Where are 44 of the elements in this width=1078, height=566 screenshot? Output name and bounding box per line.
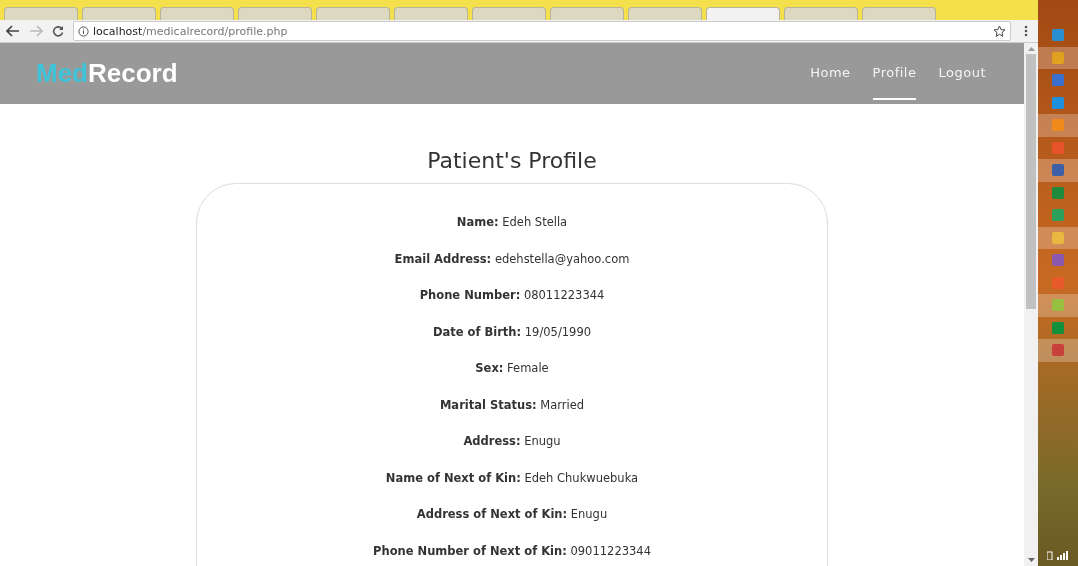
app-icon[interactable] <box>1038 159 1078 182</box>
scroll-down-icon[interactable] <box>1027 558 1035 562</box>
browser-tab[interactable] <box>862 7 936 20</box>
browser-tab[interactable] <box>784 7 858 20</box>
browser-tab[interactable] <box>316 7 390 20</box>
profile-field: Date of Birth: 19/05/1990 <box>197 313 827 350</box>
profile-field: Name: Edeh Stella <box>197 204 827 241</box>
bookmark-star-icon[interactable] <box>993 24 1006 38</box>
page-title: Patient's Profile <box>426 148 598 173</box>
app-icon[interactable] <box>1038 339 1078 362</box>
app-icon[interactable] <box>1038 114 1078 137</box>
profile-field: Name of Next of Kin: Edeh Chukwuebuka <box>197 459 827 496</box>
browser-tab[interactable] <box>4 7 78 20</box>
app-icon[interactable] <box>1038 46 1078 69</box>
site-logo[interactable]: MedRecord <box>36 58 178 89</box>
browser-tab[interactable] <box>394 7 468 20</box>
profile-field: Email Address: edehstella@yahoo.com <box>197 240 827 277</box>
menu-icon[interactable] <box>1024 25 1028 37</box>
nav-link[interactable]: Profile <box>872 47 917 100</box>
info-icon[interactable] <box>78 25 89 37</box>
nav-link[interactable]: Logout <box>938 47 986 100</box>
reload-icon[interactable] <box>52 25 64 37</box>
browser-tab[interactable] <box>160 7 234 20</box>
browser-tab[interactable] <box>82 7 156 20</box>
app-icon[interactable] <box>1038 226 1078 249</box>
nav-link[interactable]: Home <box>810 47 851 100</box>
profile-field: Marital Status: Married <box>197 386 827 423</box>
browser-tab[interactable] <box>238 7 312 20</box>
back-arrow-icon[interactable] <box>6 25 20 37</box>
app-icon[interactable] <box>1038 294 1078 317</box>
browser-tab[interactable] <box>550 7 624 20</box>
profile-field: Phone Number: 08011223344 <box>197 277 827 314</box>
scroll-up-icon[interactable] <box>1027 47 1035 51</box>
browser-tab[interactable] <box>628 7 702 20</box>
network-signal-icon[interactable] <box>1047 550 1069 560</box>
profile-field: Phone Number of Next of Kin: 09011223344 <box>197 532 827 566</box>
browser-tab[interactable] <box>706 7 780 20</box>
address-field[interactable]: localhost/medicalrecord/profile.php <box>73 21 1011 41</box>
profile-field: Address: Enugu <box>197 423 827 460</box>
scrollbar[interactable] <box>1024 43 1038 566</box>
browser-tab[interactable] <box>472 7 546 20</box>
profile-field: Sex: Female <box>197 350 827 387</box>
forward-arrow-icon[interactable] <box>29 25 43 37</box>
profile-field: Address of Next of Kin: Enugu <box>197 496 827 533</box>
